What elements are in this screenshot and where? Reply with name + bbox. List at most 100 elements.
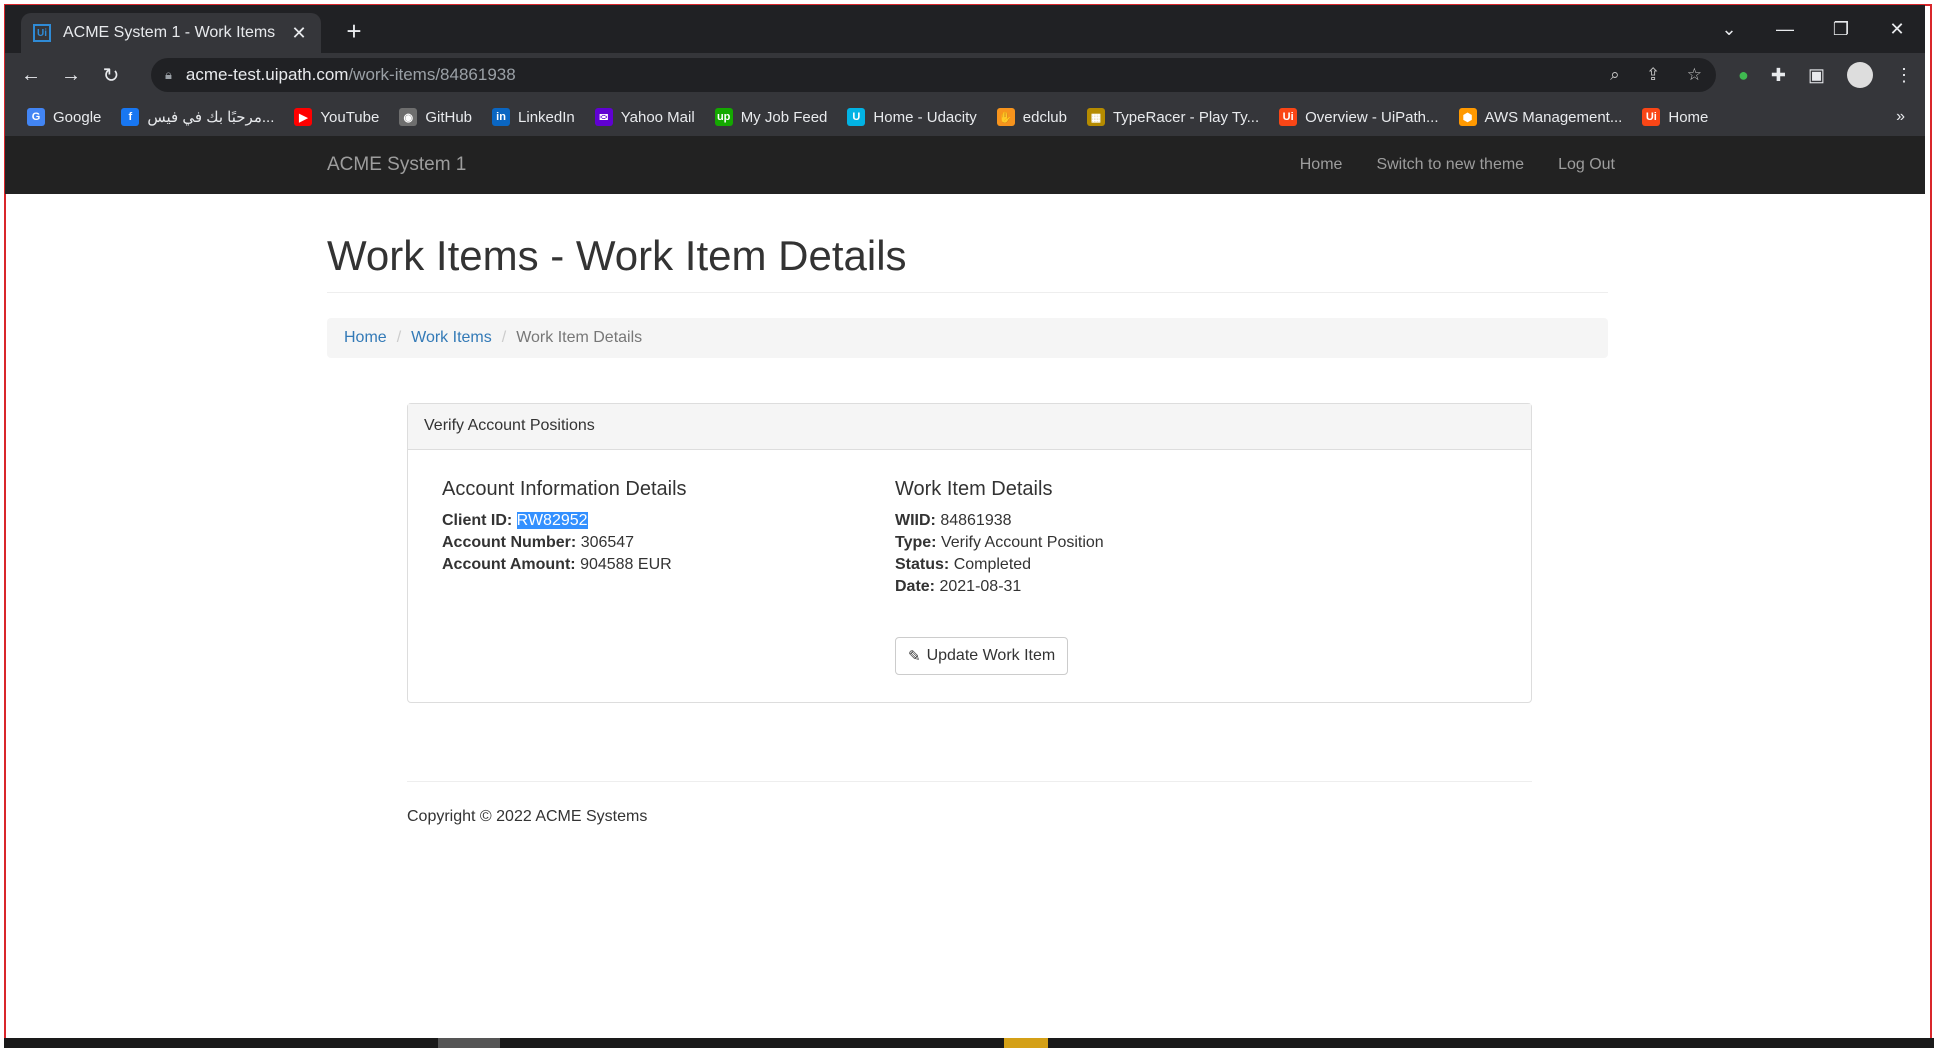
- browser-tab[interactable]: Ui ACME System 1 - Work Items ✕: [21, 13, 321, 53]
- udacity-icon: U: [847, 108, 866, 126]
- bookmark-label: GitHub: [425, 108, 473, 126]
- address-bar[interactable]: 🔒︎ acme-test.uipath.com/work-items/84861…: [151, 58, 1716, 92]
- copyright-text: Copyright © 2022 ACME Systems: [407, 808, 648, 825]
- bookmark-star-icon[interactable]: ☆: [1687, 65, 1702, 84]
- profile-avatar[interactable]: [1847, 62, 1873, 88]
- upwork-icon: up: [714, 108, 733, 126]
- update-work-item-button[interactable]: ✎ Update Work Item: [895, 637, 1069, 675]
- taskbar-item[interactable]: [438, 1038, 500, 1048]
- wiid-value: 84861938: [940, 512, 1012, 529]
- breadcrumb-current: Work Item Details: [516, 329, 643, 346]
- side-panel-icon[interactable]: ▣: [1808, 65, 1825, 86]
- work-item-panel: Verify Account Positions Account Informa…: [407, 403, 1532, 703]
- account-amount-label: Account Amount:: [442, 556, 576, 573]
- uipath-favicon-icon: Ui: [33, 24, 51, 42]
- new-tab-icon[interactable]: +: [339, 17, 369, 45]
- bookmark-label: Home - Udacity: [873, 108, 977, 126]
- date-label: Date:: [895, 578, 936, 595]
- bookmark-item[interactable]: ✉ Yahoo Mail: [594, 108, 695, 126]
- close-window-icon[interactable]: ✕: [1869, 19, 1925, 40]
- status-value: Completed: [953, 556, 1032, 573]
- extensions-area: ● ✚ ▣ ⋮: [1716, 53, 1913, 97]
- taskbar-edge: [4, 1038, 1934, 1048]
- google-icon: G: [27, 108, 45, 126]
- bookmark-label: Google: [53, 108, 102, 126]
- bookmark-item[interactable]: G Google: [27, 108, 101, 126]
- nav-logout-link[interactable]: Log Out: [1558, 156, 1615, 174]
- extensions-puzzle-icon[interactable]: ✚: [1771, 65, 1786, 86]
- extension-globe-icon[interactable]: ●: [1738, 65, 1749, 86]
- navbar-brand[interactable]: ACME System 1: [327, 154, 466, 176]
- account-amount-row: Account Amount: 904588 EUR: [442, 554, 687, 576]
- type-label: Type:: [895, 534, 937, 551]
- page-header: Work Items - Work Item Details: [327, 232, 1608, 293]
- url-text[interactable]: acme-test.uipath.com/work-items/84861938: [186, 65, 1588, 85]
- account-number-row: Account Number: 306547: [442, 532, 687, 554]
- more-bookmarks-icon[interactable]: »: [1896, 108, 1905, 126]
- back-icon[interactable]: ←: [11, 64, 51, 87]
- lock-icon: 🔒︎: [165, 67, 172, 82]
- url-host: acme-test.uipath.com: [185, 65, 349, 84]
- bookmark-label: My Job Feed: [740, 108, 828, 126]
- bookmark-item[interactable]: ✋ edclub: [996, 108, 1067, 126]
- url-path: /work-items/84861938: [348, 65, 516, 84]
- yahoo-mail-icon: ✉: [594, 108, 613, 126]
- bookmark-label: edclub: [1022, 108, 1067, 126]
- type-value: Verify Account Position: [940, 534, 1104, 551]
- nav-home-link[interactable]: Home: [1300, 156, 1343, 174]
- uipath-icon: Ui: [1279, 108, 1298, 126]
- forward-icon[interactable]: →: [51, 64, 91, 87]
- linkedin-icon: in: [492, 108, 511, 126]
- nav-switch-theme-link[interactable]: Switch to new theme: [1376, 156, 1524, 174]
- bookmark-item[interactable]: f مرحبًا بك في فيس...: [121, 108, 274, 126]
- minimize-icon[interactable]: —: [1757, 19, 1813, 40]
- bookmark-item[interactable]: ▶ YouTube: [294, 108, 379, 126]
- bookmark-label: Yahoo Mail: [620, 108, 695, 126]
- wiid-row: WIID: 84861938: [895, 510, 1104, 532]
- site-navbar: ACME System 1 Home Switch to new theme L…: [5, 136, 1925, 194]
- bookmark-item[interactable]: Ui Overview - UiPath...: [1279, 108, 1439, 126]
- browser-chrome: Ui ACME System 1 - Work Items ✕ + ⌄ — ❐ …: [5, 5, 1925, 136]
- restore-icon[interactable]: ❐: [1813, 19, 1869, 40]
- uipath-icon: Ui: [1642, 108, 1661, 126]
- bookmark-item[interactable]: Ui Home: [1642, 108, 1708, 126]
- wiid-label: WIID:: [895, 512, 936, 529]
- breadcrumb-work-items[interactable]: Work Items: [411, 329, 492, 347]
- edclub-icon: ✋: [996, 108, 1015, 126]
- breadcrumb-home[interactable]: Home: [344, 329, 387, 347]
- reload-icon[interactable]: ↻: [91, 63, 131, 88]
- page-title: Work Items - Work Item Details: [327, 232, 907, 279]
- share-icon[interactable]: ⇪: [1646, 65, 1660, 84]
- taskbar-item[interactable]: [1004, 1038, 1048, 1048]
- facebook-icon: f: [121, 108, 140, 126]
- bookmark-item[interactable]: in LinkedIn: [492, 108, 575, 126]
- tab-search-icon[interactable]: ⌄: [1701, 19, 1757, 40]
- bookmark-label: مرحبًا بك في فيس...: [147, 109, 275, 126]
- breadcrumb-separator: /: [501, 329, 507, 346]
- panel-heading: Verify Account Positions: [408, 404, 1531, 450]
- close-tab-icon[interactable]: ✕: [289, 23, 309, 44]
- client-id-row: Client ID: RW82952: [442, 510, 687, 532]
- bookmark-label: LinkedIn: [518, 108, 575, 126]
- bookmark-item[interactable]: ▦ TypeRacer - Play Ty...: [1086, 108, 1259, 126]
- bookmark-label: YouTube: [320, 108, 380, 126]
- account-amount-value: 904588 EUR: [580, 556, 672, 573]
- client-id-label: Client ID:: [442, 512, 513, 529]
- bookmark-item[interactable]: ⬢ AWS Management...: [1458, 108, 1622, 126]
- work-item-details-section: Work Item Details WIID: 84861938 Type: V…: [895, 478, 1104, 598]
- zoom-icon[interactable]: ⌕: [1610, 65, 1620, 84]
- date-row: Date: 2021-08-31: [895, 576, 1104, 598]
- breadcrumb: Home / Work Items / Work Item Details: [327, 318, 1608, 358]
- account-number-label: Account Number:: [442, 534, 577, 551]
- bookmark-item[interactable]: U Home - Udacity: [847, 108, 977, 126]
- type-row: Type: Verify Account Position: [895, 532, 1104, 554]
- aws-icon: ⬢: [1458, 108, 1477, 126]
- status-row: Status: Completed: [895, 554, 1104, 576]
- bookmark-item[interactable]: up My Job Feed: [714, 108, 828, 126]
- menu-kebab-icon[interactable]: ⋮: [1895, 65, 1913, 86]
- tab-title: ACME System 1 - Work Items: [63, 24, 276, 41]
- bookmark-item[interactable]: ◉ GitHub: [399, 108, 472, 126]
- youtube-icon: ▶: [294, 108, 313, 126]
- date-value: 2021-08-31: [939, 578, 1022, 595]
- github-icon: ◉: [399, 108, 418, 126]
